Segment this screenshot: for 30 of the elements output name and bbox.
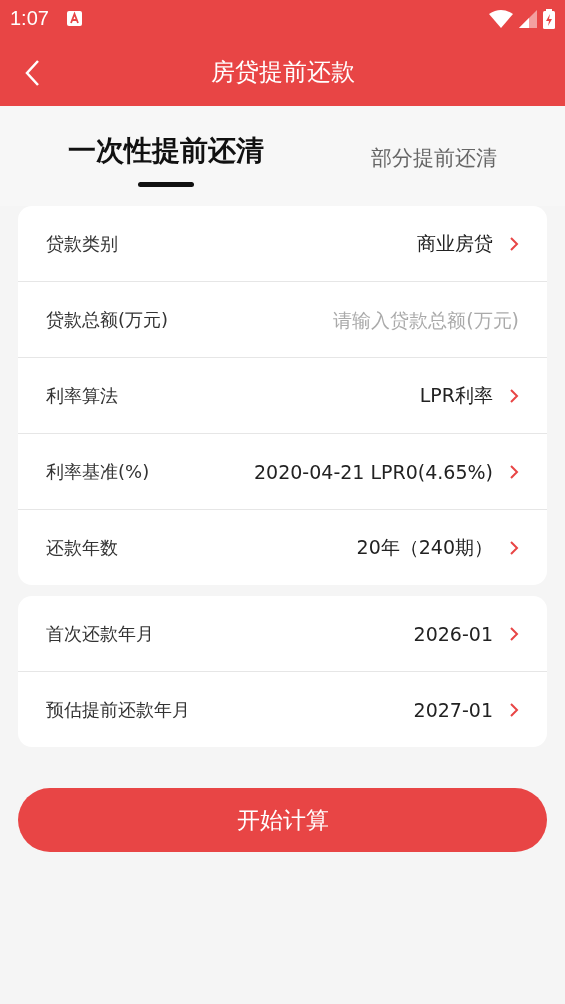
chevron-right-icon xyxy=(509,539,519,556)
field-label: 利率算法 xyxy=(46,383,118,408)
field-value[interactable]: 商业房贷 xyxy=(417,230,493,257)
wifi-icon xyxy=(489,9,513,28)
tab[interactable]: 部分提前还清 xyxy=(371,144,497,172)
status-time: 1:07 xyxy=(10,7,49,30)
field-label: 还款年数 xyxy=(46,535,118,560)
tab[interactable]: 一次性提前还清 xyxy=(68,132,264,187)
chevron-right-icon xyxy=(509,387,519,404)
field-label: 贷款总额(万元) xyxy=(46,307,169,332)
field-value[interactable]: 2020-04-21 LPR0(4.65%) xyxy=(254,460,493,483)
page-title: 房贷提前还款 xyxy=(210,56,355,88)
chevron-right-icon xyxy=(509,463,519,480)
field-value[interactable]: 2027-01 xyxy=(413,698,493,721)
field-label: 利率基准(%) xyxy=(46,459,150,484)
app-notification-icon xyxy=(66,11,82,26)
field-label: 贷款类别 xyxy=(46,231,118,256)
chevron-right-icon xyxy=(509,625,519,642)
field-label: 首次还款年月 xyxy=(46,621,154,646)
back-icon[interactable] xyxy=(24,59,40,87)
field-value[interactable]: 2026-01 xyxy=(413,622,493,645)
chevron-right-icon xyxy=(509,235,519,252)
calculate-button[interactable]: 开始计算 xyxy=(18,788,547,852)
field-value[interactable]: LPR利率 xyxy=(419,382,493,409)
battery-icon xyxy=(543,8,555,29)
signal-icon xyxy=(519,9,537,28)
chevron-right-icon xyxy=(509,701,519,718)
field-value[interactable]: 20年（240期） xyxy=(356,534,493,561)
field-label: 预估提前还款年月 xyxy=(46,697,190,722)
input-field[interactable]: 请输入贷款总额(万元) xyxy=(259,308,519,331)
